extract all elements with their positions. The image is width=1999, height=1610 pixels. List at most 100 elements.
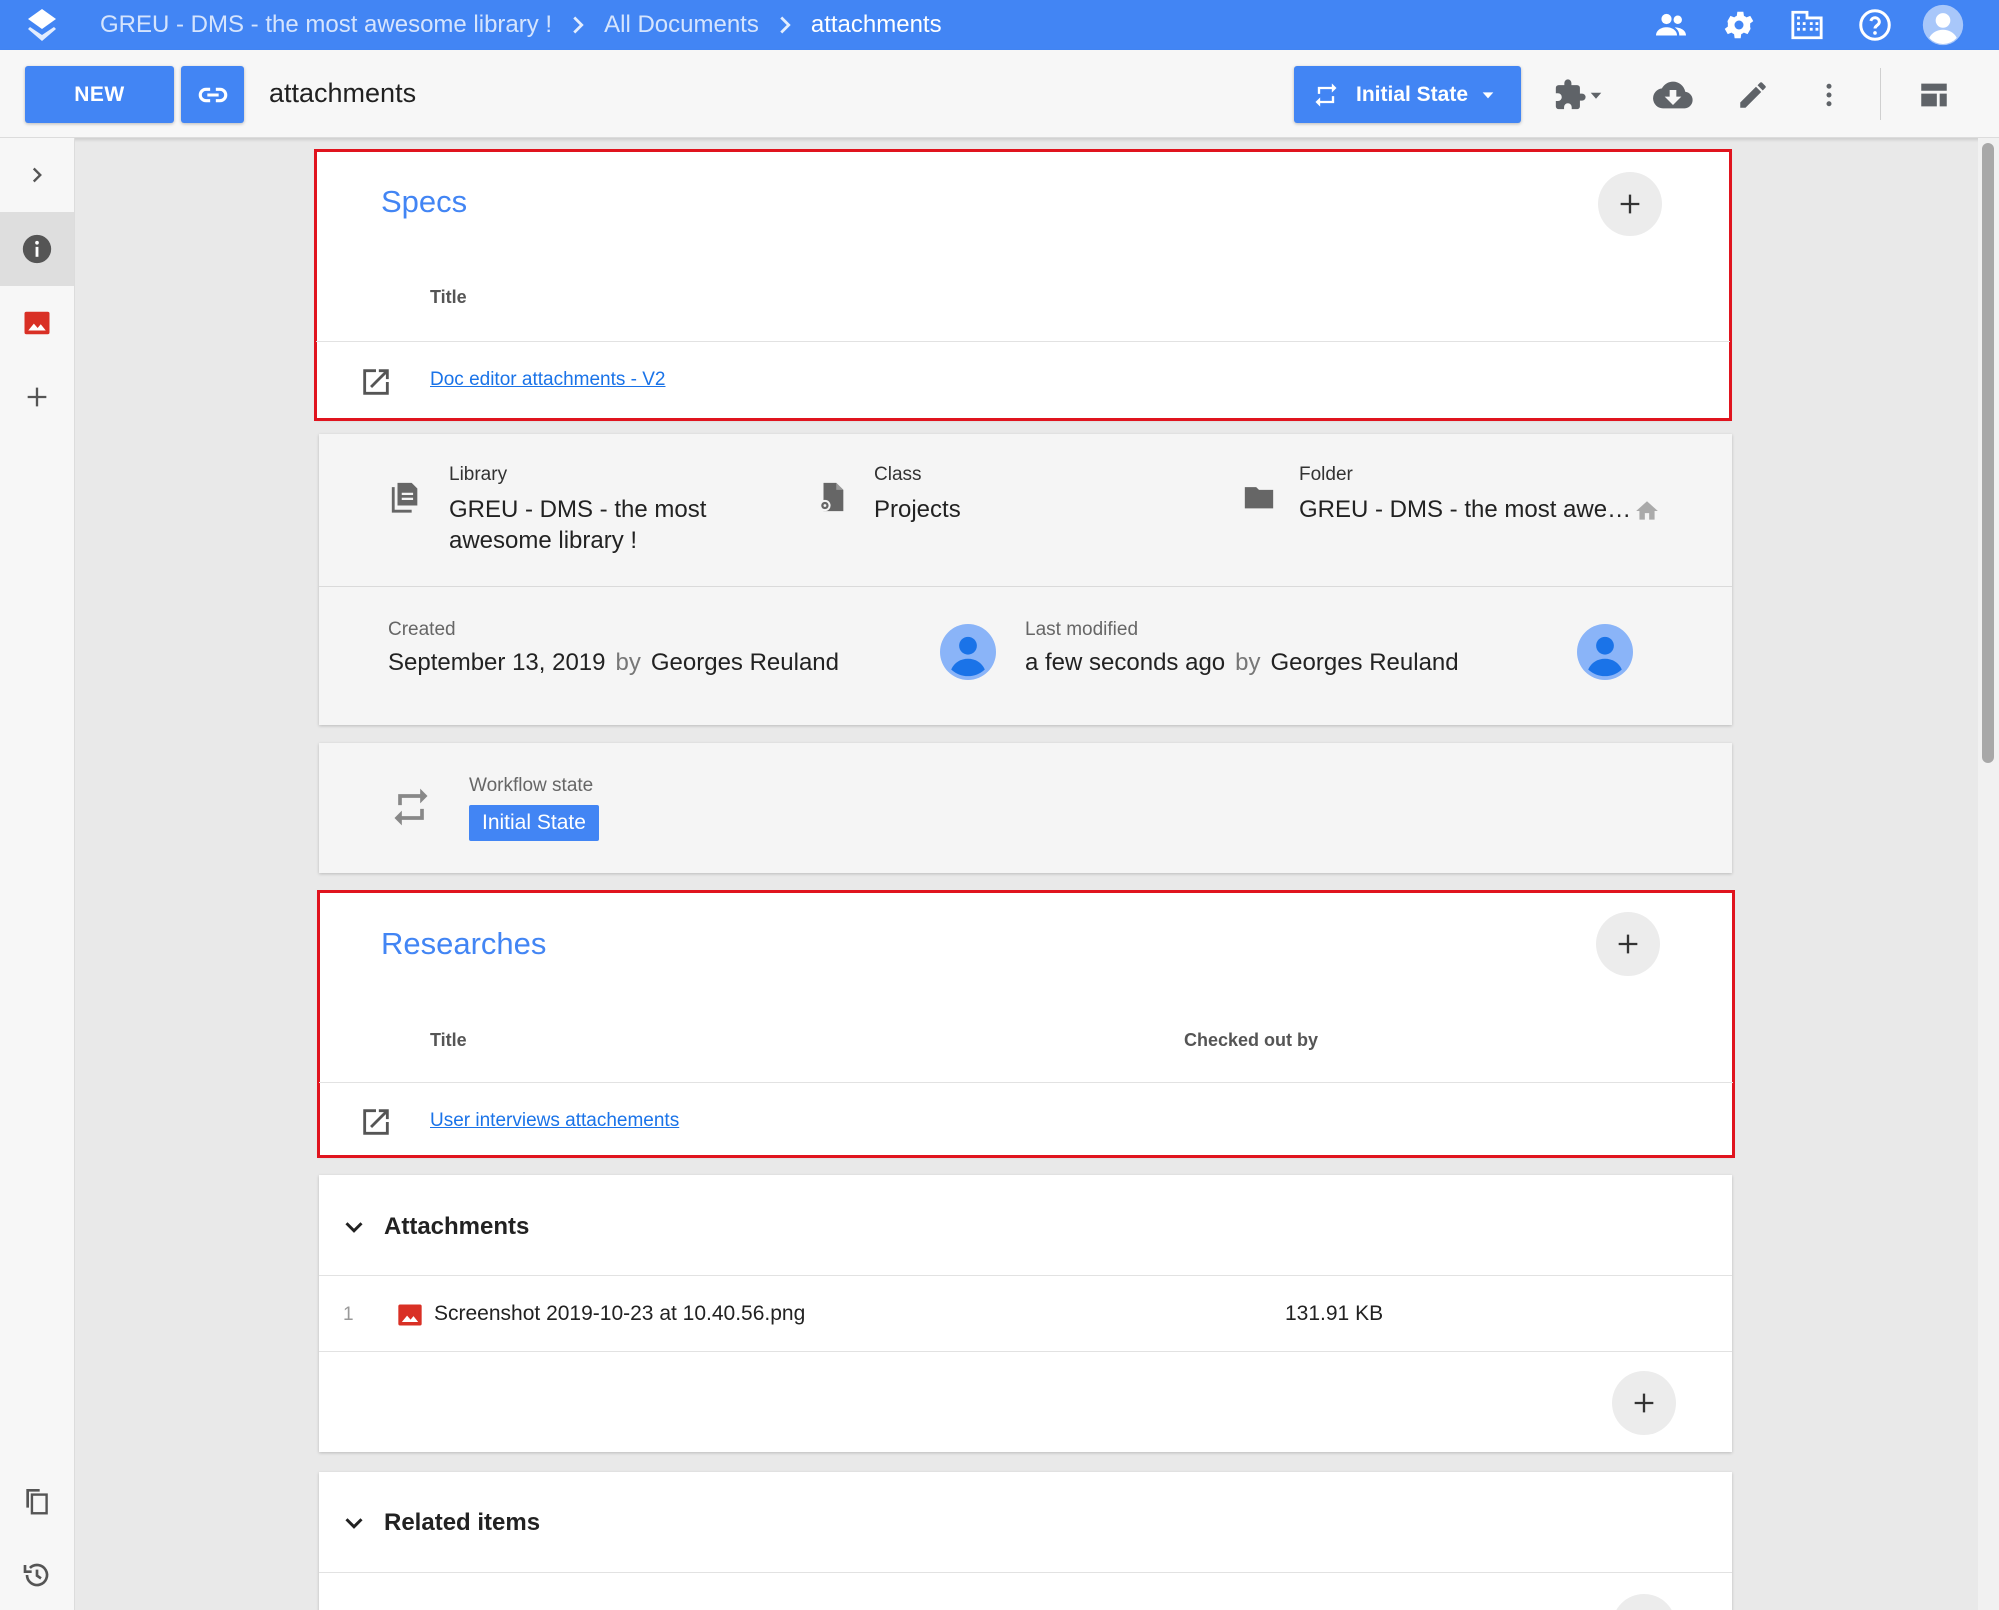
- breadcrumb-all-documents[interactable]: All Documents: [604, 11, 759, 39]
- researches-add-button[interactable]: [1596, 912, 1660, 976]
- help-icon[interactable]: [1841, 0, 1909, 50]
- workflow-state-button[interactable]: Initial State: [1294, 66, 1521, 123]
- modified-label: Last modified: [1025, 619, 1139, 640]
- researches-column-title[interactable]: Title: [430, 1030, 467, 1051]
- specs-row-divider: [316, 341, 1730, 342]
- library-label: Library: [449, 464, 508, 485]
- chevron-down-icon[interactable]: [339, 1212, 369, 1242]
- class-value: Projects: [874, 496, 961, 523]
- edit-button[interactable]: [1725, 66, 1781, 123]
- download-button[interactable]: [1645, 66, 1701, 123]
- rail-history-button[interactable]: [0, 1538, 74, 1610]
- more-options-button[interactable]: [1804, 66, 1854, 123]
- building-icon[interactable]: [1773, 0, 1841, 50]
- breadcrumb: GREU - DMS - the most awesome library ! …: [100, 10, 942, 40]
- document-toolbar: NEW attachments Initial State: [0, 50, 1999, 138]
- rail-info-tab[interactable]: [0, 212, 74, 286]
- document-title: attachments: [269, 78, 417, 108]
- attachments-card: Attachments 1 Screenshot 2019-10-23 at 1…: [319, 1175, 1732, 1452]
- researches-column-checked-out[interactable]: Checked out by: [1184, 1030, 1318, 1051]
- folder-label: Folder: [1299, 464, 1353, 485]
- caret-down-icon: [1590, 92, 1602, 99]
- attachments-header-divider: [319, 1275, 1732, 1276]
- specs-card: Specs Title Doc editor attachments - V2: [314, 149, 1732, 421]
- specs-add-button[interactable]: [1598, 172, 1662, 236]
- cloud-download-icon: [1653, 81, 1693, 108]
- researches-row-divider: [319, 1082, 1733, 1083]
- created-date: September 13, 2019: [388, 649, 606, 676]
- gear-icon[interactable]: [1705, 0, 1773, 50]
- class-icon: [815, 478, 849, 516]
- puzzle-icon: [1555, 78, 1586, 109]
- modified-by-user: Georges Reuland: [1270, 649, 1459, 676]
- home-icon[interactable]: [1634, 498, 1660, 524]
- rail-copy-button[interactable]: [0, 1464, 74, 1538]
- breadcrumb-library[interactable]: GREU - DMS - the most awesome library !: [100, 11, 552, 39]
- open-in-new-icon[interactable]: [359, 365, 393, 399]
- researches-title: Researches: [381, 926, 547, 961]
- workflow-state-chip[interactable]: Initial State: [469, 805, 599, 841]
- caret-down-icon: [1482, 91, 1494, 98]
- specs-title: Specs: [381, 184, 468, 219]
- plus-icon: [1634, 1393, 1654, 1413]
- layout-toggle-button[interactable]: [1905, 66, 1963, 123]
- more-vertical-icon: [1826, 83, 1832, 106]
- attachment-size: 131.91 KB: [1285, 1302, 1384, 1325]
- info-icon: [22, 234, 52, 264]
- related-items-add-button[interactable]: [1612, 1594, 1676, 1610]
- researches-item-link[interactable]: User interviews attachements: [430, 1110, 679, 1132]
- rail-image-tab[interactable]: [0, 286, 74, 360]
- attachments-title[interactable]: Attachments: [384, 1213, 529, 1241]
- chevron-right-icon: [32, 167, 42, 183]
- extensions-menu-button[interactable]: [1543, 66, 1615, 123]
- attachments-add-button[interactable]: [1612, 1371, 1676, 1435]
- specs-column-title[interactable]: Title: [430, 287, 467, 308]
- repeat-icon: [1315, 82, 1337, 107]
- folder-value[interactable]: GREU - DMS - the most awe…: [1299, 494, 1631, 525]
- plus-icon: [27, 387, 47, 407]
- image-icon: [24, 311, 50, 335]
- chevron-right-icon: [770, 10, 800, 40]
- link-icon: [198, 87, 227, 102]
- rail-add-button[interactable]: [0, 360, 74, 434]
- modified-line: a few seconds ago by Georges Reuland: [1025, 647, 1459, 678]
- folder-icon: [1240, 480, 1278, 514]
- modified-date: a few seconds ago: [1025, 649, 1226, 676]
- plus-icon: [1620, 194, 1640, 214]
- chevron-down-icon[interactable]: [339, 1508, 369, 1538]
- repeat-icon: [389, 785, 433, 829]
- researches-card: Researches Title Checked out by User int…: [317, 890, 1735, 1158]
- account-avatar-icon[interactable]: [1909, 0, 1977, 50]
- people-icon[interactable]: [1637, 0, 1705, 50]
- created-by-user: Georges Reuland: [650, 649, 839, 676]
- attachment-name[interactable]: Screenshot 2019-10-23 at 10.40.56.png: [434, 1302, 805, 1326]
- toolbar-divider: [1880, 68, 1881, 120]
- related-items-divider: [319, 1572, 1732, 1573]
- document-info-card: Library GREU - DMS - the most awesome li…: [319, 434, 1732, 725]
- rail-expand-button[interactable]: [0, 138, 74, 212]
- library-value[interactable]: GREU - DMS - the most awesome library !: [449, 494, 749, 556]
- image-file-icon: [396, 1301, 424, 1329]
- workflow-card: Workflow state Initial State: [319, 743, 1732, 873]
- scrollbar-thumb[interactable]: [1982, 143, 1994, 763]
- page-scrollbar[interactable]: [1978, 138, 1999, 1610]
- open-in-new-icon[interactable]: [359, 1105, 393, 1139]
- copy-icon: [26, 1489, 48, 1515]
- attachment-index: 1: [343, 1304, 354, 1325]
- info-divider: [319, 586, 1732, 587]
- history-icon: [23, 1563, 49, 1587]
- workflow-state-button-label: Initial State: [1356, 82, 1469, 106]
- related-items-title[interactable]: Related items: [384, 1509, 540, 1537]
- workflow-state-label: Workflow state: [469, 775, 594, 796]
- library-icon: [389, 478, 423, 516]
- breadcrumb-current: attachments: [810, 11, 942, 38]
- new-button[interactable]: NEW: [25, 66, 174, 123]
- created-line: September 13, 2019 by Georges Reuland: [388, 647, 839, 678]
- link-button[interactable]: [181, 66, 244, 123]
- left-side-rail: [0, 138, 75, 1610]
- plus-icon: [1618, 934, 1638, 954]
- created-by-word: by: [615, 649, 641, 676]
- related-items-card: Related items: [319, 1472, 1732, 1610]
- app-logo-icon[interactable]: [20, 3, 64, 47]
- specs-item-link[interactable]: Doc editor attachments - V2: [430, 369, 666, 391]
